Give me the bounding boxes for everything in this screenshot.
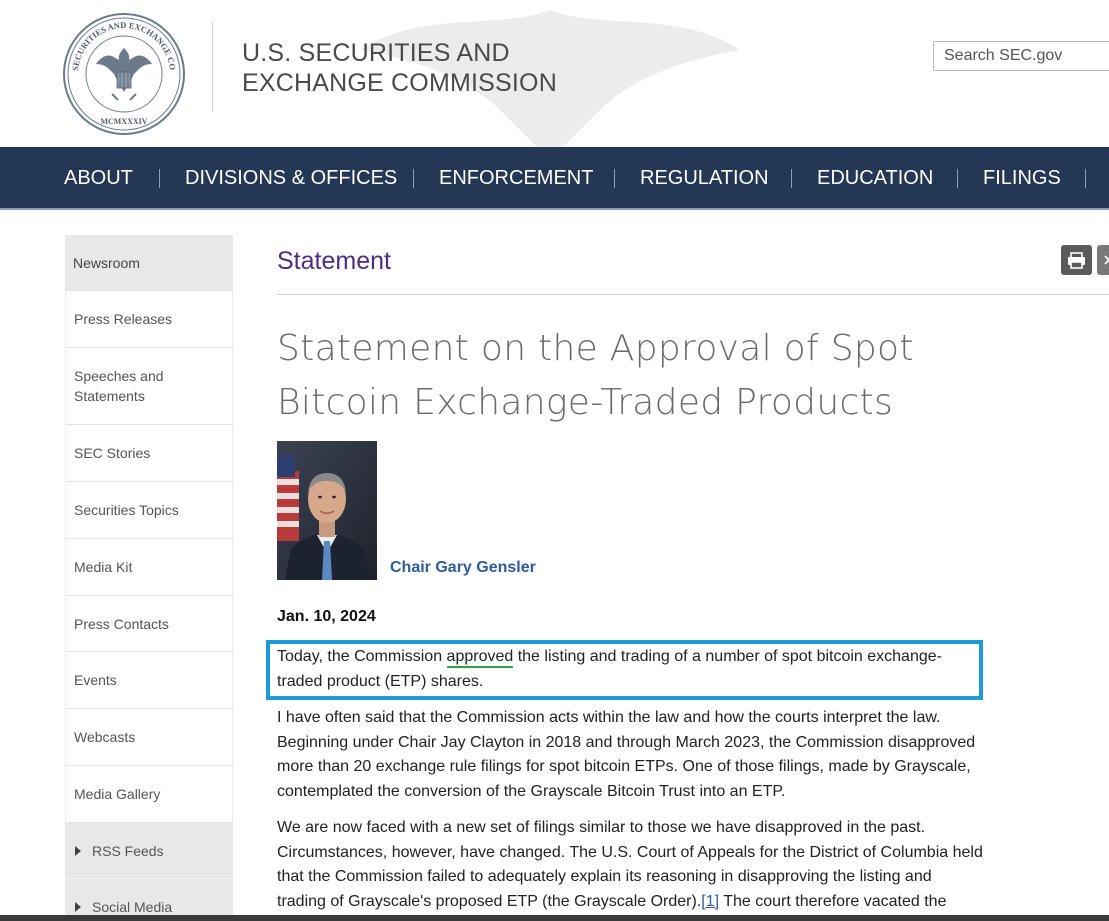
header-divider: [212, 22, 213, 112]
sidebar-item-label: Securities Topics: [74, 502, 179, 518]
publish-date: Jan. 10, 2024: [277, 608, 376, 625]
sidebar-item-rss-feeds[interactable]: RSS Feeds: [65, 823, 233, 879]
nav-item-education[interactable]: EDUCATION: [817, 147, 933, 208]
sidebar: Newsroom Press Releases Speeches and Sta…: [65, 235, 233, 921]
nav-item-enforcement[interactable]: ENFORCEMENT: [439, 147, 593, 208]
sidebar-item-press-contacts[interactable]: Press Contacts: [65, 596, 233, 652]
sidebar-item-label: Events: [74, 672, 117, 688]
sidebar-item-label: Press Contacts: [74, 615, 169, 632]
nav-item-divisions-offices[interactable]: DIVISIONS & OFFICES: [185, 147, 397, 208]
print-icon: [1068, 252, 1085, 269]
author-photo: [277, 441, 377, 580]
paragraph-line: Circumstances, however, have changed. Th…: [277, 843, 983, 861]
headline-line2: Bitcoin Exchange-Traded Products: [277, 382, 894, 423]
section-label: Statement: [277, 247, 391, 275]
sidebar-item-newsroom[interactable]: Newsroom: [65, 235, 233, 291]
paragraph-line: Beginning under Chair Jay Clayton in 201…: [277, 733, 976, 751]
article-headline: Statement on the Approval of Spot Bitcoi…: [277, 322, 997, 430]
paragraph-text: Today, the Commission: [277, 648, 447, 665]
sidebar-item-label: Social Media: [92, 899, 173, 915]
sidebar-item-label: Press Releases: [74, 311, 173, 327]
sidebar-item-media-gallery[interactable]: Media Gallery: [65, 766, 233, 823]
nav-item-filings[interactable]: FILINGS: [983, 147, 1061, 208]
sidebar-item-speeches-statements[interactable]: Speeches and Statements: [65, 348, 233, 425]
sidebar-item-label: Webcasts: [74, 729, 136, 745]
main-nav: ABOUT DIVISIONS & OFFICES ENFORCEMENT RE…: [0, 147, 1109, 210]
author-link[interactable]: Chair Gary Gensler: [390, 559, 536, 577]
paragraph-line: We are now faced with a new set of filin…: [277, 819, 926, 836]
paragraph-text: trading of Grayscale's proposed ETP (the…: [277, 892, 702, 910]
site-title-line2: EXCHANGE COMMISSION: [242, 69, 557, 97]
paragraph-2: I have often said that the Commission ac…: [277, 706, 997, 804]
seal-year: MCMXXXIV: [100, 117, 147, 126]
sidebar-item-label: SEC Stories: [74, 445, 151, 461]
print-button[interactable]: [1061, 245, 1092, 275]
site-title-line1: U.S. SECURITIES AND: [242, 39, 510, 67]
sidebar-item-label: Media Kit: [74, 559, 133, 575]
footnote-link[interactable]: [1]: [701, 893, 719, 910]
share-icon: [1104, 255, 1109, 265]
nav-separator: [1085, 169, 1086, 188]
nav-separator: [957, 169, 958, 188]
sidebar-item-securities-topics[interactable]: Securities Topics: [65, 482, 233, 539]
site-title[interactable]: U.S. SECURITIES AND EXCHANGE COMMISSION: [242, 38, 557, 98]
sidebar-item-media-kit[interactable]: Media Kit: [65, 539, 233, 596]
site-header: SECURITIES AND EXCHANGE COMMISSION MCMXX…: [0, 0, 1109, 147]
paragraph-line: Today, the Commission approved the listi…: [277, 645, 997, 670]
nav-separator: [614, 169, 615, 188]
nav-item-regulation[interactable]: REGULATION: [640, 147, 769, 208]
paragraph-text: The court therefore vacated the: [719, 892, 947, 910]
sidebar-item-label: Media Gallery: [74, 786, 161, 802]
paragraph-line: more than 20 exchange rule filings for s…: [277, 758, 971, 775]
sidebar-item-sec-stories[interactable]: SEC Stories: [65, 425, 233, 482]
paragraph-line: trading of Grayscale's proposed ETP (the…: [277, 890, 997, 915]
search-input[interactable]: [934, 42, 1109, 70]
caret-right-icon: [75, 845, 81, 856]
underlined-word: approved: [446, 648, 514, 665]
paragraph-line: that the Commission failed to adequately…: [277, 868, 932, 885]
sidebar-item-press-releases[interactable]: Press Releases: [65, 291, 233, 348]
paragraph-text: the listing and trading of a number of s…: [513, 648, 942, 665]
nav-separator: [159, 169, 160, 188]
paragraph-line: I have often said that the Commission ac…: [277, 709, 941, 726]
page: SECURITIES AND EXCHANGE COMMISSION MCMXX…: [0, 0, 1109, 921]
paragraph-1: Today, the Commission approved the listi…: [277, 645, 997, 694]
sidebar-item-events[interactable]: Events: [65, 652, 233, 709]
headline-line1: Statement on the Approval of Spot: [277, 328, 914, 369]
sidebar-item-label: RSS Feeds: [92, 842, 164, 859]
section-rule: [277, 294, 1109, 295]
paragraph-line: contemplated the conversion of the Grays…: [277, 782, 786, 800]
paragraph-line: traded product (ETP) shares.: [277, 672, 484, 690]
sec-seal-logo: SECURITIES AND EXCHANGE COMMISSION MCMXX…: [62, 12, 185, 135]
sidebar-item-label: Speeches and Statements: [74, 368, 164, 404]
nav-item-about[interactable]: ABOUT: [64, 147, 133, 208]
nav-separator: [791, 169, 792, 188]
share-button[interactable]: [1097, 245, 1109, 275]
nav-separator: [413, 169, 414, 188]
paragraph-3: We are now faced with a new set of filin…: [277, 816, 997, 914]
sidebar-item-webcasts[interactable]: Webcasts: [65, 709, 233, 766]
sidebar-item-label: Newsroom: [73, 254, 140, 271]
search-box[interactable]: [933, 41, 1109, 71]
caret-right-icon: [75, 902, 81, 912]
portrait-image: [277, 441, 377, 580]
window-bottom-edge: [0, 915, 1109, 921]
